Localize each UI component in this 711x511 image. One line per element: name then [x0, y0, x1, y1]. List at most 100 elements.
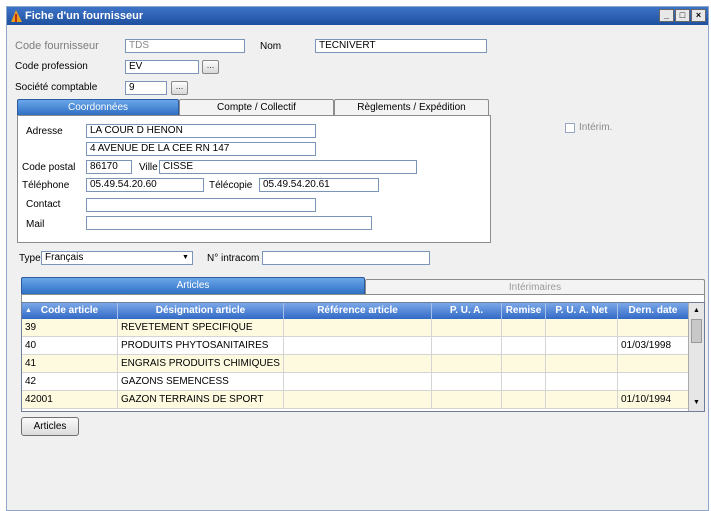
ville-label: Ville	[139, 162, 158, 173]
table-cell	[284, 319, 432, 337]
table-cell: 41	[22, 355, 118, 373]
table-cell	[432, 337, 502, 355]
table-row[interactable]: 41 ENGRAIS PRODUITS CHIMIQUES	[22, 355, 689, 373]
code-postal-field[interactable]: 86170	[86, 160, 132, 174]
table-row[interactable]: 40 PRODUITS PHYTOSANITAIRES 01/03/1998	[22, 337, 689, 355]
col-designation-article[interactable]: Désignation article	[118, 303, 284, 319]
societe-field[interactable]: 9	[125, 81, 167, 95]
col-pua[interactable]: P. U. A.	[432, 303, 502, 319]
table-cell: GAZONS SEMENCESS	[118, 373, 284, 391]
table-cell	[546, 319, 618, 337]
code-profession-field[interactable]: EV	[125, 60, 199, 74]
interim-label: Intérim.	[579, 122, 613, 133]
minimize-button[interactable]: _	[659, 9, 674, 22]
telephone-field[interactable]: 05.49.54.20.60	[86, 178, 204, 192]
table-row[interactable]: 42001 GAZON TERRAINS DE SPORT 01/10/1994	[22, 391, 689, 409]
scroll-thumb[interactable]	[691, 319, 702, 343]
sort-icon: ▲	[25, 307, 32, 314]
window-title: Fiche d'un fournisseur	[25, 10, 144, 22]
col-code-article[interactable]: ▲ Code article	[22, 303, 118, 319]
table-cell	[284, 373, 432, 391]
table-cell	[284, 355, 432, 373]
societe-browse-button[interactable]: ...	[171, 81, 188, 95]
code-fournisseur-field[interactable]: TDS	[125, 39, 245, 53]
mail-label: Mail	[26, 219, 45, 230]
grid-scrollbar[interactable]: ▲ ▼	[688, 303, 704, 411]
articles-grid: ▲ Code article Désignation article Référe…	[21, 302, 705, 412]
table-cell: 39	[22, 319, 118, 337]
table-cell	[284, 337, 432, 355]
table-cell	[432, 373, 502, 391]
scroll-down-icon[interactable]: ▼	[689, 396, 704, 410]
tab-coordonnees[interactable]: Coordonnées	[17, 99, 179, 115]
table-cell: 01/10/1994	[618, 391, 689, 409]
table-cell	[546, 337, 618, 355]
table-cell	[284, 391, 432, 409]
table-cell: 40	[22, 337, 118, 355]
table-row[interactable]: 39 REVETEMENT SPECIFIQUE	[22, 319, 689, 337]
scroll-up-icon[interactable]: ▲	[689, 304, 704, 318]
supplier-window: Fiche d'un fournisseur _ □ × Code fourni…	[6, 6, 709, 511]
telecopie-label: Télécopie	[209, 180, 253, 191]
contact-label: Contact	[26, 199, 61, 210]
table-cell	[618, 319, 689, 337]
mail-field[interactable]	[86, 216, 372, 230]
coordonnees-panel: Adresse LA COUR D HENON 4 AVENUE DE LA C…	[17, 115, 491, 243]
telephone-label: Téléphone	[22, 180, 70, 191]
table-cell	[502, 391, 546, 409]
table-cell: REVETEMENT SPECIFIQUE	[118, 319, 284, 337]
grid-header: ▲ Code article Désignation article Référe…	[22, 303, 704, 319]
type-select-value: Français	[45, 252, 84, 263]
tab-interimaires[interactable]: Intérimaires	[365, 279, 705, 294]
table-cell	[546, 391, 618, 409]
intracom-field[interactable]	[262, 251, 430, 265]
adresse-line1-field[interactable]: LA COUR D HENON	[86, 124, 316, 138]
title-bar[interactable]: Fiche d'un fournisseur _ □ ×	[7, 7, 708, 25]
app-icon	[11, 10, 22, 22]
table-cell	[502, 355, 546, 373]
telecopie-field[interactable]: 05.49.54.20.61	[259, 178, 379, 192]
tab-compte-collectif[interactable]: Compte / Collectif	[179, 99, 334, 115]
maximize-button[interactable]: □	[675, 9, 690, 22]
table-cell	[618, 373, 689, 391]
table-cell: 42001	[22, 391, 118, 409]
type-select[interactable]: Français ▼	[41, 251, 193, 265]
ville-field[interactable]: CISSE	[159, 160, 417, 174]
col-remise[interactable]: Remise	[502, 303, 546, 319]
adresse-label: Adresse	[26, 126, 63, 137]
adresse-line2-field[interactable]: 4 AVENUE DE LA CEE RN 147	[86, 142, 316, 156]
table-cell: 01/03/1998	[618, 337, 689, 355]
societe-label: Société comptable	[15, 82, 98, 93]
table-cell: 42	[22, 373, 118, 391]
close-button[interactable]: ×	[691, 9, 706, 22]
table-cell	[502, 319, 546, 337]
tab-reglements-expedition[interactable]: Règlements / Expédition	[334, 99, 489, 115]
table-cell	[546, 373, 618, 391]
table-cell	[502, 337, 546, 355]
table-cell	[546, 355, 618, 373]
code-profession-label: Code profession	[15, 61, 88, 72]
table-cell	[618, 355, 689, 373]
interim-checkbox[interactable]	[565, 123, 575, 133]
table-cell	[432, 319, 502, 337]
articles-tab-panel	[21, 294, 705, 302]
nom-field[interactable]: TECNIVERT	[315, 39, 487, 53]
code-postal-label: Code postal	[22, 162, 76, 173]
table-cell: ENGRAIS PRODUITS CHIMIQUES	[118, 355, 284, 373]
col-reference-article[interactable]: Référence article	[284, 303, 432, 319]
type-label: Type	[19, 253, 41, 264]
code-fournisseur-label: Code fournisseur	[15, 40, 99, 52]
col-dern-date[interactable]: Dern. date	[618, 303, 689, 319]
articles-button[interactable]: Articles	[21, 417, 79, 436]
table-row[interactable]: 42 GAZONS SEMENCESS	[22, 373, 689, 391]
table-cell	[432, 391, 502, 409]
table-cell: PRODUITS PHYTOSANITAIRES	[118, 337, 284, 355]
chevron-down-icon[interactable]: ▼	[179, 252, 192, 264]
contact-field[interactable]	[86, 198, 316, 212]
code-profession-browse-button[interactable]: ...	[202, 60, 219, 74]
intracom-label: N° intracom	[207, 253, 260, 264]
col-pua-net[interactable]: P. U. A. Net	[546, 303, 618, 319]
table-cell	[432, 355, 502, 373]
table-cell	[502, 373, 546, 391]
tab-articles[interactable]: Articles	[21, 277, 365, 294]
